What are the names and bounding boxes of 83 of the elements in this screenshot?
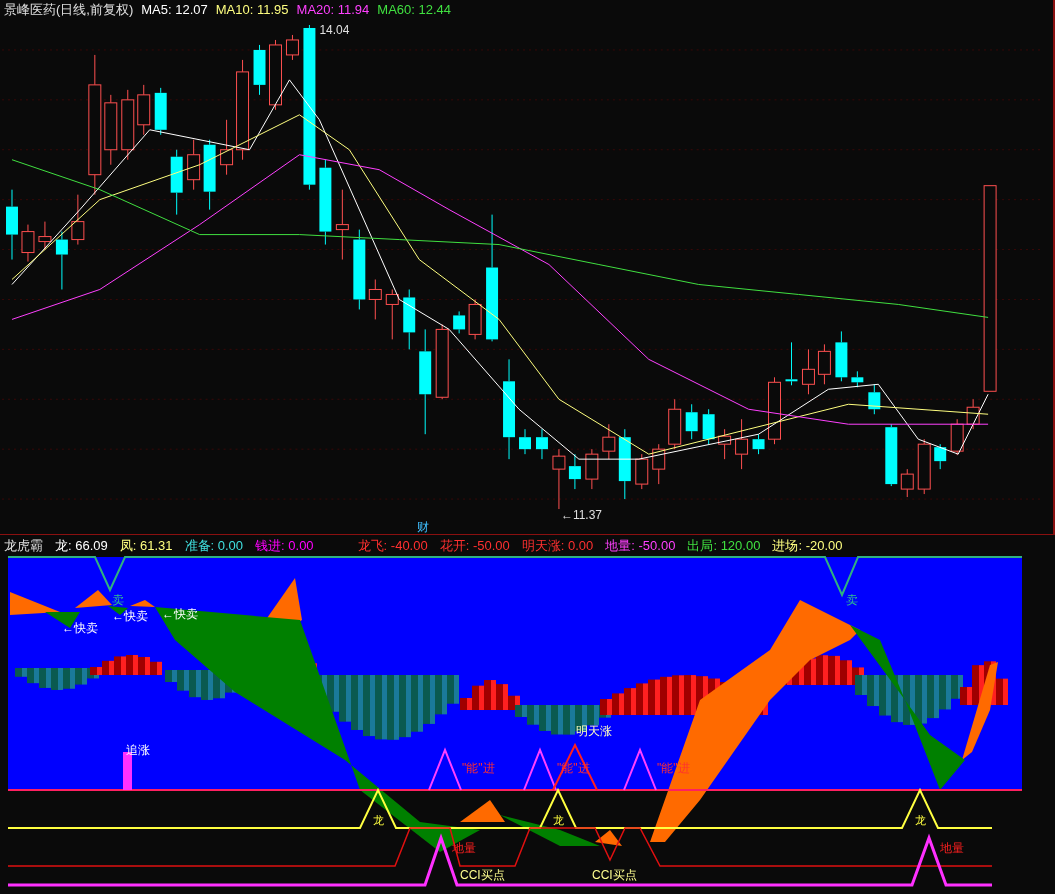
indicator-value: 龙: 66.09 [55,538,108,552]
candlestick [885,423,898,487]
indicator-value: 准备: 0.00 [184,538,244,552]
candlestick [519,428,531,455]
candlestick [635,453,649,490]
signal-label: 地量 [940,841,964,855]
candlestick [335,189,349,261]
candlestick [203,139,216,211]
chart-title: 景峰医药(日线,前复权) [4,2,134,16]
signal-label: "能"进 [462,761,495,775]
indicator-value: 明天涨: 0.00 [521,538,594,552]
candlestick [735,418,749,470]
candlestick [835,330,848,382]
candlestick [718,428,732,460]
candlestick [453,310,466,334]
candlestick [950,418,964,456]
indicator-value: 地量: -50.00 [605,538,676,552]
indicator-value: 凤: 61.31 [119,538,173,552]
indicator-value: MA20: 11.94 [296,2,370,16]
candlestick [768,376,781,445]
candlestick [21,224,35,263]
candlestick [702,408,715,445]
candlestick [868,383,881,415]
candlestick [71,194,85,246]
candlestick [934,443,947,470]
indicator-value: 进场: -20.00 [772,538,843,552]
candlestick [752,433,765,455]
candlestick [785,341,798,386]
candlestick [568,453,581,490]
price-label: 财 [417,520,430,534]
candlestick [269,39,282,111]
price-label: ←11.37 [560,508,602,523]
candlestick [585,448,599,490]
candlestick [154,87,167,136]
candlestick [253,44,266,96]
candlestick [801,348,815,395]
candlestick [137,84,151,136]
candlestick [851,370,864,388]
candlestick [220,119,234,176]
candlestick [55,231,68,290]
candlestick [668,398,682,450]
signal-label: 追涨 [126,743,150,757]
candlestick [917,438,931,495]
indicator-title: 龙虎霸 [4,538,43,552]
indicator-value: MA10: 11.95 [215,2,289,16]
indicator-value: 出局: 120.00 [687,538,761,552]
candlestick [966,398,980,430]
candlestick [536,428,548,460]
candlestick [38,221,52,251]
candlestick [104,94,118,166]
candlestick [385,288,399,340]
signal-label: ←快卖 [62,621,98,635]
signal-label: 龙 [553,814,564,826]
signal-label: 龙 [915,814,926,826]
signal-label: ←快卖 [162,607,198,621]
candlestick [602,423,616,460]
candlestick [368,279,382,320]
signal-label: CCI买点 [592,868,637,882]
signal-label: 龙 [373,814,384,826]
candlestick [121,89,135,161]
candlestick [552,448,566,510]
candlestick [6,189,18,261]
signal-label: 卖 [112,593,124,607]
candlestick [187,139,201,191]
candlestick [403,288,416,350]
indicator-value: MA5: 12.07 [141,2,208,16]
candlestick [468,298,482,340]
signal-label: CCI买点 [460,868,505,882]
candlestick [170,149,183,216]
candlestick [652,443,666,485]
candlestick [285,34,299,61]
candlestick [900,468,914,498]
signal-label: 卖 [846,593,858,607]
signal-label: 明天涨 [576,724,612,738]
indicator-value: 花开: -50.00 [439,538,510,552]
indicator-value: 钱进: 0.00 [255,538,314,552]
signal-label: ←快卖 [112,609,148,623]
candlestick [817,343,831,385]
indicator-value: MA60: 12.44 [377,2,452,16]
price-label: 14.04 [319,22,350,37]
candlestick [685,403,698,440]
candlestick [618,428,631,500]
indicator-value: 龙飞: -40.00 [357,538,428,552]
